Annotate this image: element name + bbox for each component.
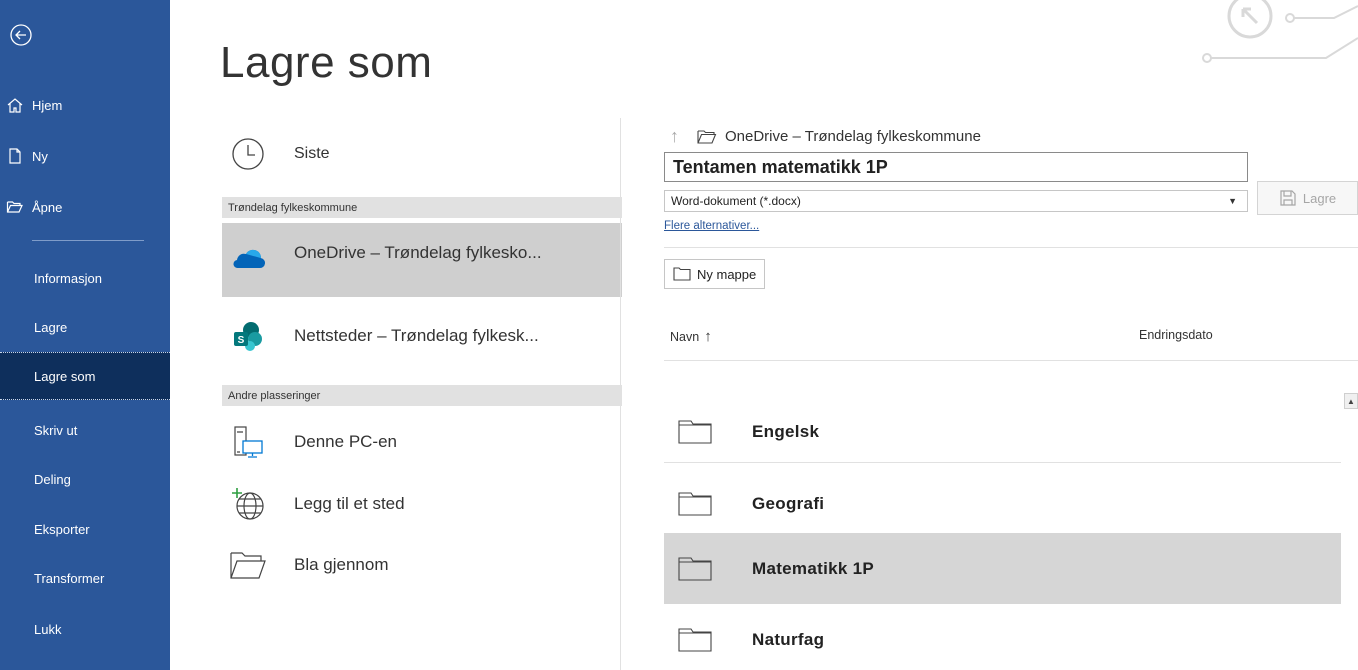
scroll-up-button[interactable]: ▲ <box>1344 393 1358 409</box>
location-add-place[interactable]: Legg til et sted <box>222 482 622 526</box>
folder-icon <box>697 129 717 144</box>
folder-row-selected[interactable]: Matematikk 1P <box>664 533 1341 604</box>
folder-name: Engelsk <box>752 422 820 441</box>
nav-item-label: Deling <box>34 471 71 487</box>
folder-row[interactable]: Engelsk <box>664 410 1341 454</box>
divider <box>664 247 1358 248</box>
nav-item-lagre-som[interactable]: Lagre som <box>0 352 170 400</box>
nav-item-label: Hjem <box>32 97 63 113</box>
backstage-nav: Hjem Ny Åpne Informasjon Lagre Lagre som… <box>0 0 170 670</box>
section-header-other: Andre plasseringer <box>222 385 622 406</box>
location-label: Siste <box>294 145 330 162</box>
file-type-select[interactable]: Word-dokument (*.docx) ▼ <box>664 190 1248 212</box>
location-label: Bla gjennom <box>294 555 389 574</box>
nav-item-apne[interactable]: Åpne <box>6 192 62 222</box>
nav-item-ny[interactable]: Ny <box>6 141 48 171</box>
folder-name: Geografi <box>752 494 825 513</box>
new-document-icon <box>9 148 21 164</box>
location-browse[interactable]: Bla gjennom <box>222 543 622 587</box>
folder-row[interactable]: Geografi <box>664 482 1341 526</box>
breadcrumb-path[interactable]: OneDrive – Trøndelag fylkeskommune <box>725 128 981 145</box>
nav-divider <box>32 240 144 241</box>
nav-item-lagre[interactable]: Lagre <box>0 303 170 351</box>
file-type-value: Word-dokument (*.docx) <box>671 194 801 208</box>
nav-item-hjem[interactable]: Hjem <box>6 90 62 120</box>
column-header-date[interactable]: Endringsdato <box>1139 328 1213 342</box>
folder-icon <box>678 628 712 652</box>
folder-name: Matematikk 1P <box>752 558 875 578</box>
location-label: Legg til et sted <box>294 494 405 513</box>
save-label: Lagre <box>1302 190 1337 206</box>
folder-icon <box>678 556 712 581</box>
column-header-name[interactable]: Navn ↑ <box>670 328 712 345</box>
nav-item-label: Informasjon <box>34 270 102 286</box>
nav-item-skriv-ut[interactable]: Skriv ut <box>0 406 170 454</box>
nav-item-eksporter[interactable]: Eksporter <box>0 505 170 553</box>
page-title: Lagre som <box>220 38 433 87</box>
onedrive-cloud-icon <box>228 243 268 273</box>
nav-item-transformer[interactable]: Transformer <box>0 554 170 602</box>
divider <box>664 462 1341 463</box>
dropdown-arrow-icon: ▼ <box>1228 196 1237 206</box>
new-folder-icon <box>673 267 691 281</box>
location-onedrive[interactable]: OneDrive – Trøndelag fylkesko... <box>222 223 622 297</box>
save-button[interactable]: Lagre <box>1257 181 1358 215</box>
new-folder-label: Ny mappe <box>697 266 757 282</box>
nav-item-lukk[interactable]: Lukk <box>0 605 170 653</box>
column-header-label: Navn <box>670 329 700 344</box>
nav-item-label: Lukk <box>34 621 62 637</box>
sort-up-arrow-icon: ↑ <box>704 328 712 345</box>
filename-input[interactable] <box>664 152 1248 182</box>
location-recent[interactable]: Siste <box>222 134 622 174</box>
nav-item-label: Lagre som <box>34 368 96 384</box>
up-arrow-icon[interactable]: ↑ <box>670 126 679 147</box>
column-divider <box>620 118 621 670</box>
browse-folder-icon <box>228 545 268 585</box>
nav-item-informasjon[interactable]: Informasjon <box>0 254 170 302</box>
folder-icon <box>678 420 712 444</box>
open-folder-icon <box>6 201 23 213</box>
decorative-circuit-graphic <box>1202 0 1358 63</box>
nav-item-label: Lagre <box>34 319 68 335</box>
more-options-link[interactable]: Flere alternativer... <box>664 220 759 232</box>
location-label: Nettsteder – Trøndelag fylkesk... <box>294 326 539 345</box>
nav-item-deling[interactable]: Deling <box>0 455 170 503</box>
folder-row[interactable]: Naturfag <box>664 618 1341 662</box>
clock-icon <box>228 134 268 174</box>
folder-icon <box>678 492 712 516</box>
folder-name: Naturfag <box>752 630 825 649</box>
location-label: OneDrive – Trøndelag fylkesko... <box>294 243 542 262</box>
location-label: Denne PC-en <box>294 432 398 451</box>
home-icon <box>7 98 23 113</box>
nav-item-label: Åpne <box>32 199 63 215</box>
globe-add-icon <box>228 484 268 524</box>
nav-item-label: Transformer <box>34 570 105 586</box>
back-arrow-icon[interactable] <box>8 22 34 48</box>
sharepoint-icon: S <box>228 316 268 356</box>
backstage-save-as: Hjem Ny Åpne Informasjon Lagre Lagre som… <box>0 0 1358 670</box>
divider <box>664 360 1358 361</box>
nav-item-label: Ny <box>32 148 48 164</box>
computer-icon <box>228 422 268 462</box>
location-this-pc[interactable]: Denne PC-en <box>222 420 622 464</box>
location-sharepoint-sites[interactable]: S Nettsteder – Trøndelag fylkesk... <box>222 314 622 358</box>
nav-item-label: Eksporter <box>34 521 90 537</box>
breadcrumb: ↑ OneDrive – Trøndelag fylkeskommune <box>670 126 981 147</box>
nav-item-label: Skriv ut <box>34 422 78 438</box>
new-folder-button[interactable]: Ny mappe <box>664 259 766 289</box>
section-header-org: Trøndelag fylkeskommune <box>222 197 622 218</box>
save-icon <box>1280 190 1296 206</box>
svg-text:S: S <box>238 335 245 346</box>
